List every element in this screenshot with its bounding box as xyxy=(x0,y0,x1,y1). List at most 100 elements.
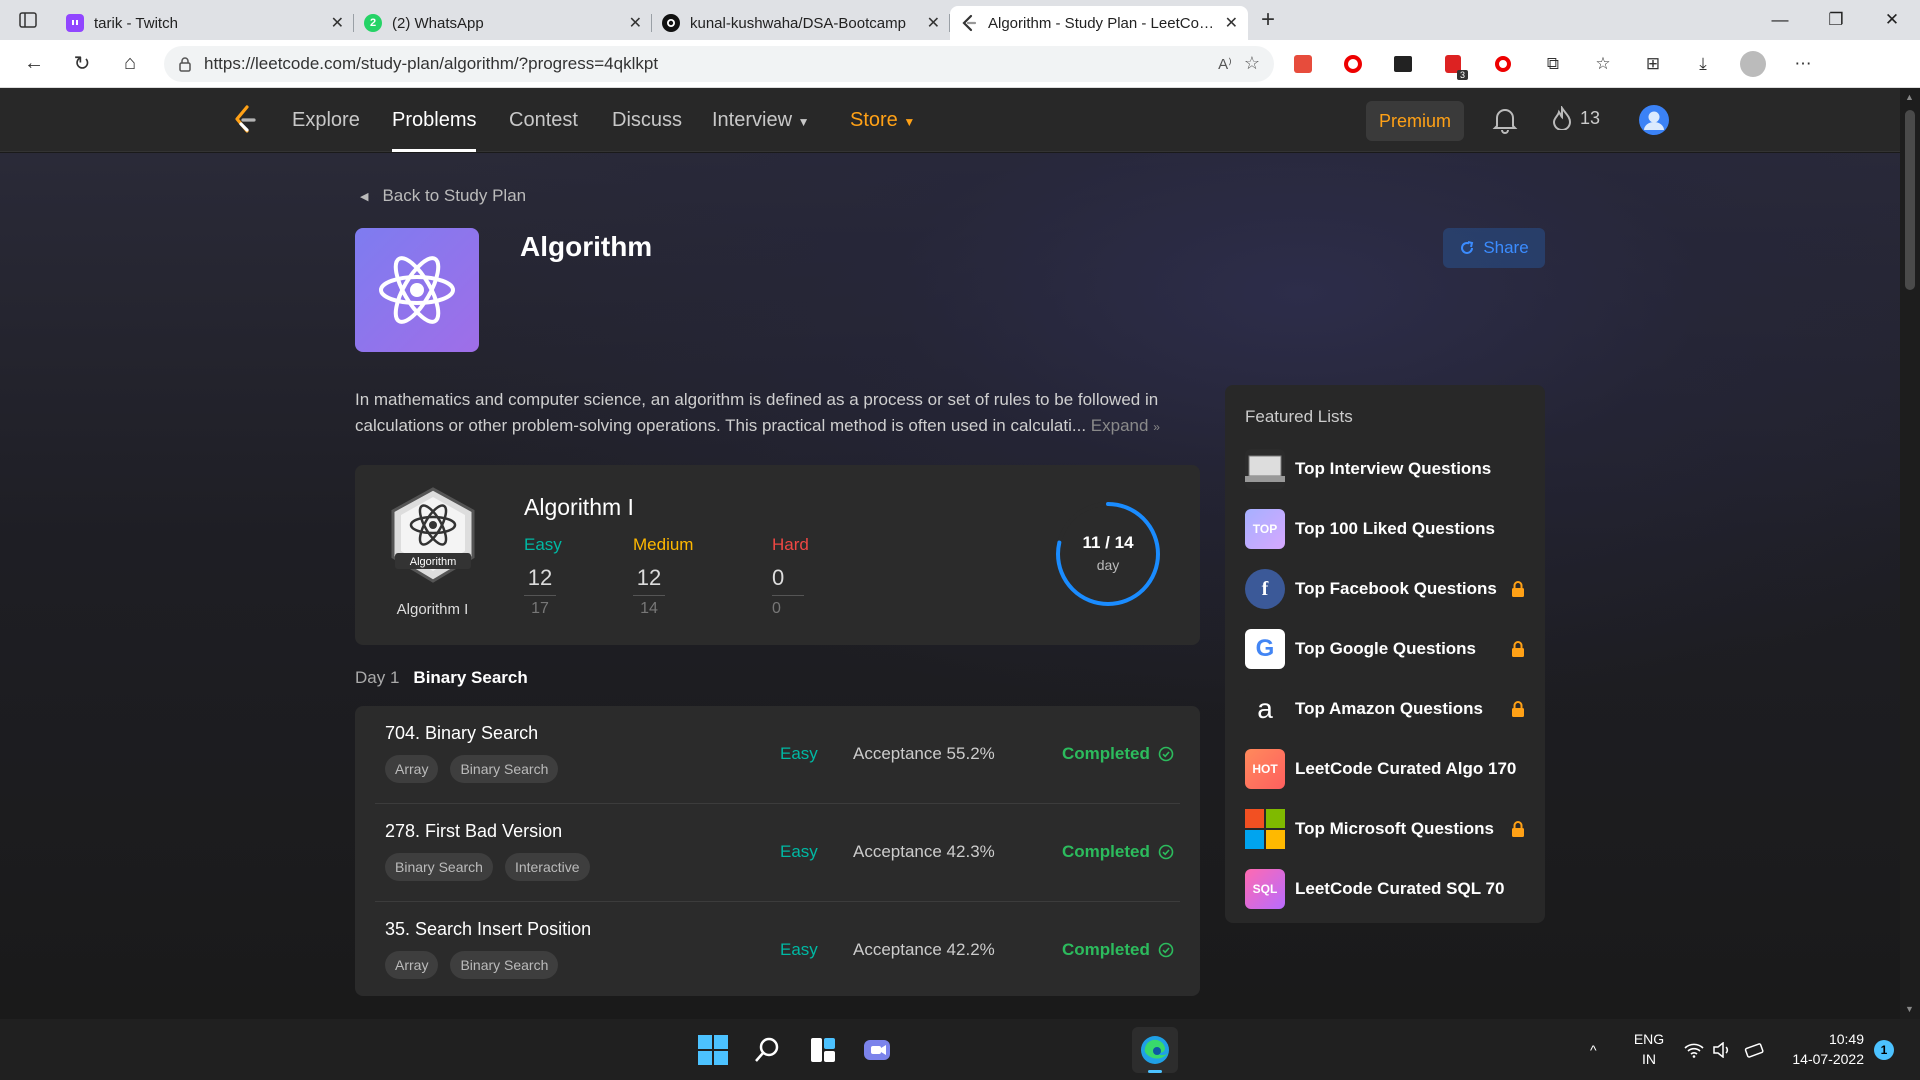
chevron-double-down-icon: » xyxy=(1153,420,1160,434)
featured-list-item[interactable]: SQL LeetCode Curated SQL 70 xyxy=(1245,859,1527,919)
problem-row[interactable]: 35. Search Insert Position Array Binary … xyxy=(375,902,1180,1000)
volume-icon[interactable] xyxy=(1712,1019,1732,1080)
progress-unit: day xyxy=(1096,557,1120,573)
tab-title: Algorithm - Study Plan - LeetCode xyxy=(988,14,1215,32)
downloads-icon[interactable]: ⤓ xyxy=(1682,46,1724,82)
nav-explore[interactable]: Explore xyxy=(292,88,360,152)
lock-icon xyxy=(1512,701,1524,717)
profile-icon[interactable] xyxy=(1732,46,1774,82)
scrollbar-thumb[interactable] xyxy=(1905,110,1915,290)
problem-row[interactable]: 278. First Bad Version Binary Search Int… xyxy=(375,804,1180,902)
leetcode-logo[interactable] xyxy=(232,104,258,136)
streak-counter[interactable]: 13 xyxy=(1552,106,1600,130)
featured-list-label: Top 100 Liked Questions xyxy=(1295,519,1495,538)
refresh-icon[interactable]: ↻ xyxy=(62,46,102,82)
home-icon[interactable]: ⌂ xyxy=(110,46,150,82)
featured-list-item[interactable]: Top Interview Questions xyxy=(1245,439,1527,499)
tab-title: (2) WhatsApp xyxy=(392,14,484,32)
back-icon[interactable]: ← xyxy=(14,46,54,82)
close-window-icon[interactable]: ✕ xyxy=(1864,0,1920,40)
back-to-study-plan-link[interactable]: ◀ Back to Study Plan xyxy=(360,186,526,206)
microsoft-icon xyxy=(1245,809,1285,849)
favorites-icon[interactable]: ☆ xyxy=(1582,46,1624,82)
windows-start-icon[interactable] xyxy=(692,1029,734,1071)
browser-tab-leetcode[interactable]: Algorithm - Study Plan - LeetCode ✕ xyxy=(950,6,1248,40)
featured-list-item[interactable]: TOP Top 100 Liked Questions xyxy=(1245,499,1527,559)
scroll-down-icon[interactable]: ▼ xyxy=(1905,1004,1914,1014)
featured-list-item[interactable]: G Top Google Questions xyxy=(1245,619,1527,679)
extension-shield-icon[interactable]: 3 xyxy=(1432,46,1474,82)
read-aloud-icon[interactable]: A⁾ xyxy=(1218,55,1232,73)
page-scrollbar[interactable]: ▲ ▼ xyxy=(1900,88,1920,1019)
widgets-icon[interactable] xyxy=(802,1029,844,1071)
nav-problems[interactable]: Problems xyxy=(392,88,477,152)
wifi-icon[interactable] xyxy=(1684,1019,1704,1080)
problem-title[interactable]: 35. Search Insert Position xyxy=(385,919,591,940)
facebook-icon: f xyxy=(1245,569,1285,609)
close-tab-icon[interactable]: ✕ xyxy=(927,13,940,33)
close-tab-icon[interactable]: ✕ xyxy=(1225,13,1238,33)
premium-button[interactable]: Premium xyxy=(1366,101,1464,141)
nav-contest[interactable]: Contest xyxy=(509,88,578,152)
collections-icon[interactable]: ⊞ xyxy=(1632,46,1674,82)
show-hidden-icons-icon[interactable]: ^ xyxy=(1590,1019,1597,1080)
close-tab-icon[interactable]: ✕ xyxy=(331,13,344,33)
favorite-star-icon[interactable]: ☆ xyxy=(1244,53,1260,74)
battery-icon[interactable] xyxy=(1744,1019,1766,1080)
featured-list-label: Top Facebook Questions xyxy=(1295,579,1497,598)
topic-tag[interactable]: Binary Search xyxy=(385,853,493,881)
extension-opera-icon[interactable] xyxy=(1332,46,1374,82)
site-navbar: Explore Problems Contest Discuss Intervi… xyxy=(0,88,1900,152)
language-indicator[interactable]: ENG IN xyxy=(1631,1029,1667,1069)
tab-actions-button[interactable] xyxy=(0,0,56,40)
topic-tag[interactable]: Binary Search xyxy=(450,951,559,979)
system-clock[interactable]: 10:49 14-07-2022 xyxy=(1784,1029,1864,1069)
browser-tab-twitch[interactable]: tarik - Twitch ✕ xyxy=(56,6,354,40)
problem-status: Completed xyxy=(1062,744,1174,764)
problem-tags: Binary Search Interactive xyxy=(385,853,590,881)
extension-record-icon[interactable] xyxy=(1282,46,1324,82)
minimize-icon[interactable]: — xyxy=(1752,0,1808,40)
day-progress-ring: 11 / 14 day xyxy=(1055,501,1161,607)
more-menu-icon[interactable]: ⋯ xyxy=(1782,46,1824,82)
edge-browser-icon[interactable] xyxy=(1132,1027,1178,1073)
extension-adblock-icon[interactable] xyxy=(1482,46,1524,82)
topic-tag[interactable]: Binary Search xyxy=(450,755,559,783)
streak-count: 13 xyxy=(1580,107,1601,128)
card-title: Algorithm I xyxy=(524,494,634,520)
notification-badge[interactable]: 1 xyxy=(1874,1040,1894,1060)
nav-store[interactable]: Store ▼ xyxy=(850,88,915,152)
featured-list-item[interactable]: a Top Amazon Questions xyxy=(1245,679,1527,739)
new-tab-button[interactable]: + xyxy=(1248,6,1288,34)
browser-tab-whatsapp[interactable]: 2 (2) WhatsApp ✕ xyxy=(354,6,652,40)
caret-down-icon: ▼ xyxy=(797,115,810,129)
problem-difficulty: Easy xyxy=(780,842,818,861)
extensions-puzzle-icon[interactable]: ⧉ xyxy=(1532,46,1574,82)
share-button[interactable]: Share xyxy=(1443,228,1545,268)
scroll-up-icon[interactable]: ▲ xyxy=(1905,92,1914,102)
nav-discuss[interactable]: Discuss xyxy=(612,88,682,152)
problem-title[interactable]: 278. First Bad Version xyxy=(385,821,562,842)
featured-list-item[interactable]: HOT LeetCode Curated Algo 170 xyxy=(1245,739,1527,799)
restore-icon[interactable]: ❐ xyxy=(1808,0,1864,40)
featured-list-item[interactable]: f Top Facebook Questions xyxy=(1245,559,1527,619)
topic-tag[interactable]: Array xyxy=(385,755,439,783)
extension-cat-icon[interactable] xyxy=(1382,46,1424,82)
hard-total: 0 xyxy=(772,600,781,617)
url-field[interactable]: https://leetcode.com/study-plan/algorith… xyxy=(164,45,1274,82)
featured-list-item[interactable]: Top Microsoft Questions xyxy=(1245,799,1527,859)
user-avatar-icon[interactable] xyxy=(1638,104,1670,136)
close-tab-icon[interactable]: ✕ xyxy=(629,13,642,33)
search-icon[interactable] xyxy=(746,1029,788,1071)
topic-tag[interactable]: Interactive xyxy=(504,853,590,881)
nav-interview[interactable]: Interview ▼ xyxy=(712,88,809,152)
problem-title[interactable]: 704. Binary Search xyxy=(385,723,538,744)
teams-chat-icon[interactable] xyxy=(856,1029,898,1071)
topic-tag[interactable]: Array xyxy=(385,951,439,979)
twitch-icon xyxy=(66,14,84,32)
bell-icon[interactable] xyxy=(1492,106,1518,134)
browser-tab-github[interactable]: kunal-kushwaha/DSA-Bootcamp ✕ xyxy=(652,6,950,40)
description-line: In mathematics and computer science, an … xyxy=(355,390,1159,409)
problem-row[interactable]: 704. Binary Search Array Binary Search E… xyxy=(375,706,1180,804)
expand-button[interactable]: Expand » xyxy=(1091,416,1160,435)
